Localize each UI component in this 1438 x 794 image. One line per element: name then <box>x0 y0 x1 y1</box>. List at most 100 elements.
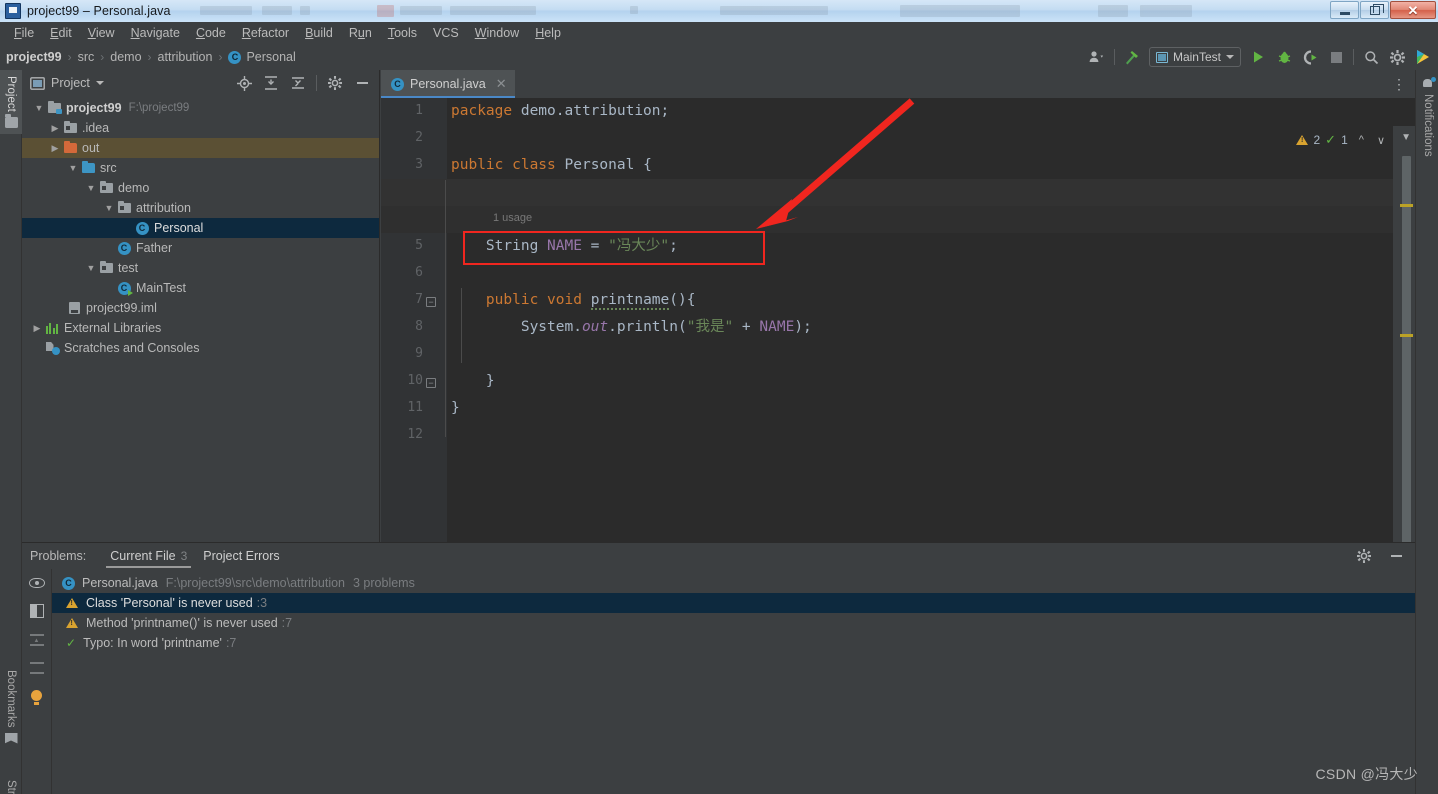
tree-node-father[interactable]: C Father <box>22 238 379 258</box>
editor-scrollbar-area[interactable]: ▼ <box>1393 126 1415 566</box>
sidebar-tab-structure[interactable]: Structure <box>0 774 22 794</box>
settings-gear-icon[interactable] <box>1388 48 1406 66</box>
hammer-build-icon[interactable] <box>1123 48 1141 66</box>
warning-count: 2 <box>1313 133 1321 147</box>
menu-help[interactable]: Help <box>527 24 569 42</box>
code-fold-toggle[interactable]: − <box>426 378 436 388</box>
warning-marker[interactable] <box>1400 334 1413 337</box>
run-icon[interactable] <box>1249 48 1267 66</box>
inspection-bulb-icon[interactable] <box>30 690 43 705</box>
previous-problem-icon[interactable]: ^ <box>1359 134 1364 146</box>
collapse-icon[interactable] <box>29 634 44 646</box>
chevron-right-icon[interactable]: ▶ <box>34 323 41 333</box>
menu-vcs[interactable]: VCS <box>425 24 467 42</box>
hide-panel-icon[interactable] <box>353 74 371 92</box>
restore-button[interactable] <box>1360 1 1389 19</box>
preview-eye-icon[interactable] <box>28 578 45 588</box>
chevron-right-icon[interactable]: ▶ <box>52 123 59 133</box>
settings-gear-icon[interactable] <box>1355 547 1373 565</box>
expand-all-icon[interactable] <box>262 74 280 92</box>
menu-build[interactable]: Build <box>297 24 341 42</box>
editor-scrollbar-thumb[interactable] <box>1402 156 1411 566</box>
next-problem-icon[interactable]: ∨ <box>1377 134 1385 147</box>
tree-node-test[interactable]: ▼ test <box>22 258 379 278</box>
menu-code[interactable]: Code <box>188 24 234 42</box>
chevron-down-icon[interactable] <box>95 81 104 85</box>
collapse-all-icon[interactable] <box>289 74 307 92</box>
user-avatar-icon[interactable] <box>1088 48 1106 66</box>
editor-gutter[interactable]: 1 2 3 4 5 6 7 8 9 10 11 12 − − <box>381 98 447 542</box>
menu-navigate[interactable]: Navigate <box>123 24 188 42</box>
menu-window[interactable]: Window <box>467 24 527 42</box>
tree-node-project99[interactable]: ▼ project99 F:\project99 <box>22 98 379 118</box>
breadcrumb-personal[interactable]: C Personal <box>228 50 296 64</box>
chevron-down-icon[interactable]: ▼ <box>35 103 44 113</box>
menu-edit[interactable]: Edit <box>42 24 80 42</box>
tree-node-demo[interactable]: ▼ demo <box>22 178 379 198</box>
tab-project-errors[interactable]: Project Errors <box>195 545 287 567</box>
split-view-icon[interactable] <box>29 604 44 618</box>
tree-node-maintest[interactable]: C MainTest <box>22 278 379 298</box>
expand-icon[interactable] <box>29 662 44 674</box>
locate-target-icon[interactable] <box>235 74 253 92</box>
menu-file[interactable]: File <box>6 24 42 42</box>
chevron-down-icon[interactable]: ▼ <box>87 263 96 273</box>
tree-node-external-libraries[interactable]: ▶ External Libraries <box>22 318 379 338</box>
tree-node-scratches[interactable]: Scratches and Consoles <box>22 338 379 358</box>
ide-logo-icon[interactable] <box>1414 48 1432 66</box>
tree-node-personal[interactable]: C Personal <box>22 218 379 238</box>
tree-node-iml[interactable]: project99.iml <box>22 298 379 318</box>
close-icon[interactable]: ✕ <box>496 76 507 92</box>
chevron-down-icon[interactable]: ▼ <box>105 203 114 213</box>
menu-tools[interactable]: Tools <box>380 24 425 42</box>
project-tool-window: Project ▼ project99 F:\project99 ▶ .idea… <box>22 70 380 542</box>
warning-marker[interactable] <box>1400 204 1413 207</box>
tree-node-attribution[interactable]: ▼ attribution <box>22 198 379 218</box>
stop-icon[interactable] <box>1327 48 1345 66</box>
code-text[interactable]: package demo.attribution; public class P… <box>381 98 1415 542</box>
problems-list[interactable]: C Personal.java F:\project99\src\demo\at… <box>52 569 1415 794</box>
window-controls[interactable]: ✕ <box>1330 1 1436 19</box>
tab-label: Project Errors <box>203 549 280 563</box>
editor-tab-personal-java[interactable]: C Personal.java ✕ <box>381 70 515 98</box>
inspection-widget[interactable]: 2 ✓ 1 ^ ∨ <box>1296 132 1385 148</box>
tree-node-idea[interactable]: ▶ .idea <box>22 118 379 138</box>
debug-icon[interactable] <box>1275 48 1293 66</box>
problems-file-row[interactable]: C Personal.java F:\project99\src\demo\at… <box>52 573 1415 593</box>
sidebar-tab-notifications[interactable]: Notifications <box>1417 72 1438 163</box>
editor-area: C Personal.java ✕ ⋮ 1 2 3 4 5 6 7 8 9 10 <box>381 70 1415 566</box>
menu-run[interactable]: Run <box>341 24 380 42</box>
breadcrumb-src[interactable]: src <box>78 50 95 64</box>
breadcrumb-attribution[interactable]: attribution <box>158 50 213 64</box>
chevron-down-icon[interactable]: ▼ <box>87 183 96 193</box>
hide-panel-icon[interactable] <box>1387 547 1405 565</box>
close-button[interactable]: ✕ <box>1390 1 1436 19</box>
sidebar-tab-bookmarks[interactable]: Bookmarks <box>0 664 22 750</box>
usage-hint[interactable]: 1 usage <box>493 212 532 224</box>
minimize-button[interactable] <box>1330 1 1359 19</box>
menu-refactor[interactable]: Refactor <box>234 24 297 42</box>
editor-tabs: C Personal.java ✕ ⋮ <box>381 70 1415 98</box>
problem-item-method-never-used[interactable]: Method 'printname()' is never used :7 <box>52 613 1415 633</box>
tab-current-file[interactable]: Current File 3 <box>102 545 195 568</box>
tree-node-out[interactable]: ▶ out <box>22 138 379 158</box>
problem-item-class-never-used[interactable]: Class 'Personal' is never used :3 <box>52 593 1415 613</box>
settings-gear-icon[interactable] <box>326 74 344 92</box>
run-configuration-selector[interactable]: MainTest <box>1148 47 1241 67</box>
chevron-right-icon[interactable]: ▶ <box>52 143 59 153</box>
code-editor[interactable]: 1 2 3 4 5 6 7 8 9 10 11 12 − − <box>381 98 1415 566</box>
tree-node-src[interactable]: ▼ src <box>22 158 379 178</box>
chevron-down-icon[interactable]: ▼ <box>69 163 78 173</box>
chevron-down-icon[interactable]: ▼ <box>1401 132 1411 143</box>
problem-item-typo[interactable]: ✓ Typo: In word 'printname' :7 <box>52 633 1415 653</box>
sidebar-tab-project[interactable]: Project <box>0 70 22 134</box>
more-options-icon[interactable]: ⋮ <box>1392 77 1407 91</box>
project-tree[interactable]: ▼ project99 F:\project99 ▶ .idea ▶ out ▼ <box>22 96 379 542</box>
breadcrumb-demo[interactable]: demo <box>110 50 141 64</box>
run-coverage-icon[interactable] <box>1301 48 1319 66</box>
search-icon[interactable] <box>1362 48 1380 66</box>
menu-view[interactable]: View <box>80 24 123 42</box>
code-line-1: package demo.attribution; <box>451 103 670 119</box>
breadcrumb-project99[interactable]: project99 <box>6 50 62 64</box>
code-fold-toggle[interactable]: − <box>426 297 436 307</box>
